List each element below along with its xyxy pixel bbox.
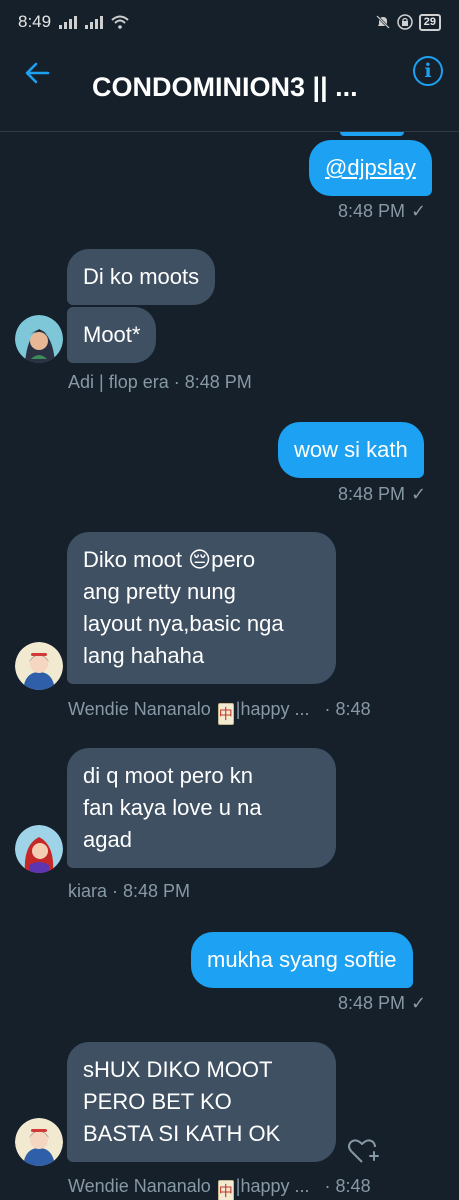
mention-link[interactable]: @djpslay	[325, 155, 416, 180]
sent-check-icon: ✓	[411, 484, 427, 504]
sent-check-icon: ✓	[411, 993, 427, 1013]
status-left: 8:49	[18, 12, 129, 32]
avatar[interactable]	[15, 315, 63, 363]
message-line: BASTA SI KATH OK	[83, 1121, 281, 1146]
status-time: 8:49	[18, 12, 52, 31]
react-button[interactable]	[346, 1134, 380, 1168]
battery-indicator: 29	[418, 13, 441, 31]
message-meta: 8:48 PM ✓	[338, 201, 426, 222]
status-bar: 8:49 29	[0, 0, 459, 44]
sender-name: Wendie Nananalo	[68, 1176, 211, 1196]
message-bubble-outgoing[interactable]: @djpslay	[309, 140, 432, 196]
message-meta: 8:48 PM ✓	[338, 993, 426, 1014]
message-meta: 8:48 PM ✓	[338, 484, 426, 505]
conversation-title[interactable]: CONDOMINION3 || ...	[92, 72, 392, 103]
message-line: sHUX DIKO MOOT	[83, 1057, 273, 1082]
message-bubble-incoming[interactable]: di q moot pero kn fan kaya love u na aga…	[67, 748, 336, 868]
message-line: fan kaya love u na	[83, 795, 262, 820]
message-time: · 8:48	[324, 1176, 371, 1196]
avatar[interactable]	[15, 1118, 63, 1166]
mahjong-red-dragon-icon: 中	[217, 703, 234, 725]
message-line: Diko moot 😔pero	[83, 547, 256, 572]
sender-line: Wendie Nananalo 中 |happy ... · 8:48	[68, 1176, 371, 1200]
signal-icon-2	[85, 15, 104, 29]
sender-name: Wendie Nananalo	[68, 699, 211, 719]
message-text: Di ko moots	[83, 264, 200, 289]
previous-message-edge	[340, 132, 404, 136]
sent-check-icon: ✓	[411, 201, 427, 221]
signal-icon	[59, 15, 78, 29]
message-time: 8:48 PM	[338, 484, 406, 504]
mahjong-red-dragon-icon: 中	[217, 1180, 234, 1200]
message-bubble-outgoing[interactable]: wow si kath	[278, 422, 424, 478]
info-icon: i	[424, 60, 432, 82]
message-line: lang hahaha	[83, 643, 205, 668]
heart-plus-icon	[348, 1139, 379, 1163]
arrow-left-icon	[25, 62, 50, 84]
message-text: mukha syang softie	[207, 947, 397, 972]
avatar[interactable]	[15, 642, 63, 690]
message-bubble-outgoing[interactable]: mukha syang softie	[191, 932, 413, 988]
message-text: wow si kath	[294, 437, 408, 462]
back-button[interactable]	[20, 56, 54, 90]
sender-line: kiara · 8:48 PM	[68, 881, 191, 901]
message-text: Moot*	[83, 322, 141, 347]
sender-suffix: |happy ...	[235, 699, 310, 719]
message-time: 8:48 PM	[338, 993, 406, 1013]
message-time: · 8:48	[324, 699, 371, 719]
avatar[interactable]	[15, 825, 63, 873]
bell-muted-icon	[375, 15, 390, 29]
message-line: agad	[83, 827, 132, 852]
message-line: layout nya,basic nga	[83, 611, 284, 636]
sender-suffix: |happy ...	[235, 1176, 310, 1196]
sender-line: Wendie Nananalo 中 |happy ... · 8:48	[68, 699, 371, 725]
status-right: 29	[375, 13, 441, 31]
wifi-icon	[111, 15, 129, 29]
message-time: 8:48 PM	[338, 201, 406, 221]
message-bubble-incoming[interactable]: Moot*	[67, 307, 157, 363]
conversation-header: CONDOMINION3 || ... i	[0, 44, 459, 132]
message-bubble-incoming[interactable]: Diko moot 😔pero ang pretty nung layout n…	[67, 532, 336, 684]
lock-rotation-icon	[397, 14, 413, 30]
message-bubble-incoming[interactable]: sHUX DIKO MOOT PERO BET KO BASTA SI KATH…	[67, 1042, 336, 1162]
sender-line: Adi | flop era · 8:48 PM	[68, 372, 252, 392]
message-line: di q moot pero kn	[83, 763, 253, 788]
info-button[interactable]: i	[413, 56, 443, 86]
message-line: ang pretty nung	[83, 579, 236, 604]
message-bubble-incoming[interactable]: Di ko moots	[67, 249, 216, 305]
message-line: PERO BET KO	[83, 1089, 232, 1114]
